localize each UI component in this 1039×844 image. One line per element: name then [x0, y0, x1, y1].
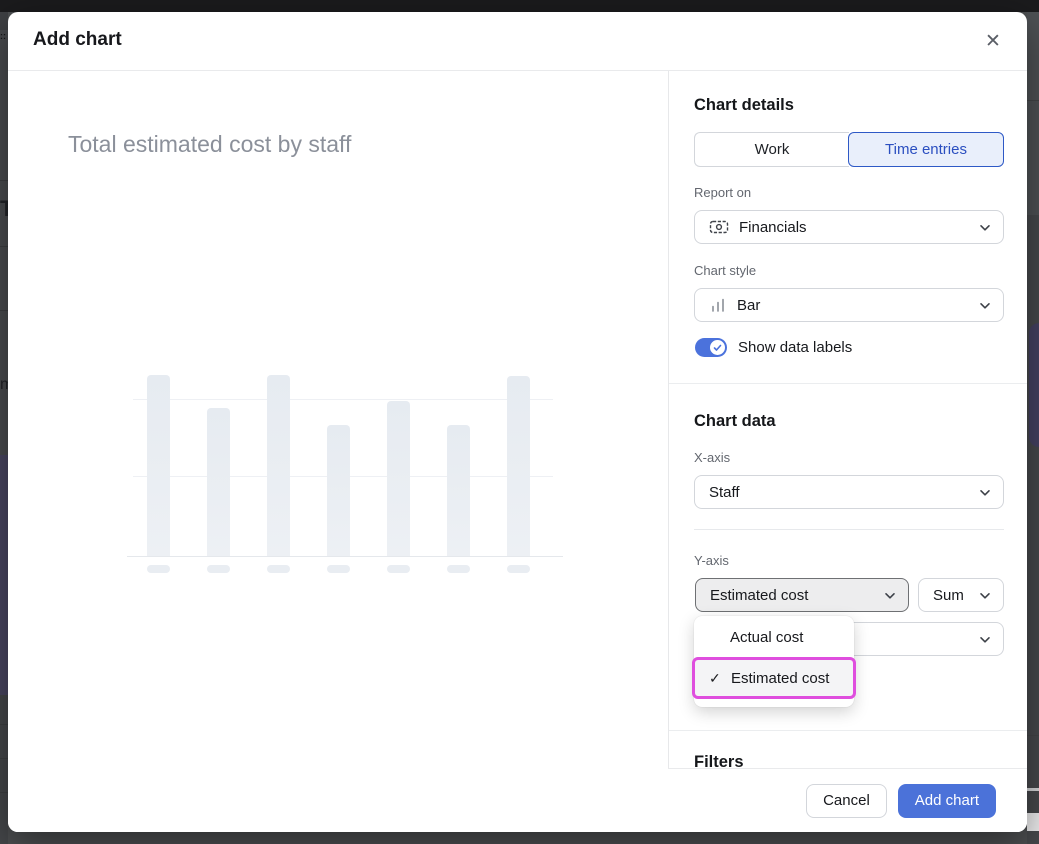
section-divider [669, 383, 1027, 384]
preview-x-label-pill [447, 565, 470, 573]
modal-header: Add chart ✕ [8, 12, 1027, 71]
preview-bar [267, 375, 290, 556]
preview-chart-title: Total estimated cost by staff [68, 131, 351, 158]
y-axis-value: Estimated cost [710, 587, 808, 604]
chevron-down-icon [884, 587, 896, 604]
preview-bar [447, 425, 470, 556]
banknote-icon [709, 217, 729, 237]
report-on-value: Financials [739, 219, 807, 236]
preview-bar [207, 408, 230, 556]
add-chart-button[interactable]: Add chart [898, 784, 996, 818]
dropdown-option-estimated-cost[interactable]: ✓ Estimated cost [692, 657, 856, 699]
backdrop-fragment-m: m [0, 376, 8, 394]
backdrop-purple-blob [1029, 323, 1039, 447]
filters-heading-clipped: Filters [694, 753, 744, 768]
y-axis-dropdown-menu: Actual cost ✓ Estimated cost [694, 616, 854, 707]
close-icon[interactable]: ✕ [981, 30, 1005, 54]
backdrop-fragment-dots: :: [0, 31, 6, 41]
x-axis-value: Staff [709, 484, 740, 501]
modal-footer: Cancel Add chart [668, 768, 1027, 832]
preview-x-label-pill [267, 565, 290, 573]
chevron-down-icon [979, 219, 991, 236]
gridline [133, 399, 553, 400]
y-axis-label: Y-axis [694, 553, 729, 568]
chart-details-heading: Chart details [694, 96, 794, 115]
backdrop-top-bar [0, 0, 1039, 12]
segment-time-entries[interactable]: Time entries [848, 132, 1004, 167]
axis-divider [694, 529, 1004, 530]
modal-title: Add chart [33, 29, 122, 51]
backdrop-right-strip [1027, 12, 1039, 844]
report-on-label: Report on [694, 185, 751, 200]
backdrop-purple-block [0, 455, 8, 695]
bar-chart-icon [709, 296, 727, 314]
x-axis-select[interactable]: Staff [694, 475, 1004, 509]
preview-bar [147, 375, 170, 556]
chart-data-heading: Chart data [694, 412, 776, 431]
add-chart-modal: Add chart ✕ Total estimated cost by staf… [8, 12, 1027, 832]
work-time-segmented-control: Work Time entries [694, 132, 1004, 167]
show-data-labels-label: Show data labels [738, 339, 852, 356]
cancel-button[interactable]: Cancel [806, 784, 887, 818]
preview-bar [507, 376, 530, 556]
preview-x-label-pill [507, 565, 530, 573]
chart-settings-panel: Chart details Work Time entries Report o… [668, 71, 1027, 832]
preview-bar [327, 425, 350, 556]
chart-baseline [127, 556, 563, 557]
chevron-down-icon [979, 297, 991, 314]
show-data-labels-toggle[interactable] [695, 338, 727, 357]
segment-work[interactable]: Work [694, 132, 849, 167]
chevron-down-icon [979, 631, 991, 648]
preview-bars [133, 376, 553, 557]
chart-style-value: Bar [737, 297, 760, 314]
chart-style-label: Chart style [694, 263, 756, 278]
toggle-check-icon [710, 340, 725, 355]
preview-x-label-pill [387, 565, 410, 573]
chart-preview-pane: Total estimated cost by staff [8, 71, 668, 832]
aggregate-value: Sum [933, 587, 964, 604]
report-on-select[interactable]: Financials [694, 210, 1004, 244]
chevron-down-icon [979, 484, 991, 501]
dropdown-option-label: Estimated cost [731, 670, 829, 687]
backdrop-left-strip: :: T m [0, 12, 8, 844]
backdrop-fragment-t: T [0, 196, 8, 222]
backdrop-band [0, 12, 8, 30]
preview-x-label-pill [147, 565, 170, 573]
y-axis-metric-select[interactable]: Estimated cost [695, 578, 909, 612]
preview-x-label-pill [327, 565, 350, 573]
y-axis-aggregate-select[interactable]: Sum [918, 578, 1004, 612]
check-icon: ✓ [709, 670, 731, 687]
dropdown-option-actual-cost[interactable]: Actual cost [694, 619, 854, 655]
preview-x-label-pill [207, 565, 230, 573]
chart-style-select[interactable]: Bar [694, 288, 1004, 322]
chevron-down-icon [979, 587, 991, 604]
section-divider [669, 730, 1027, 731]
preview-bar [387, 401, 410, 556]
x-axis-label: X-axis [694, 450, 730, 465]
